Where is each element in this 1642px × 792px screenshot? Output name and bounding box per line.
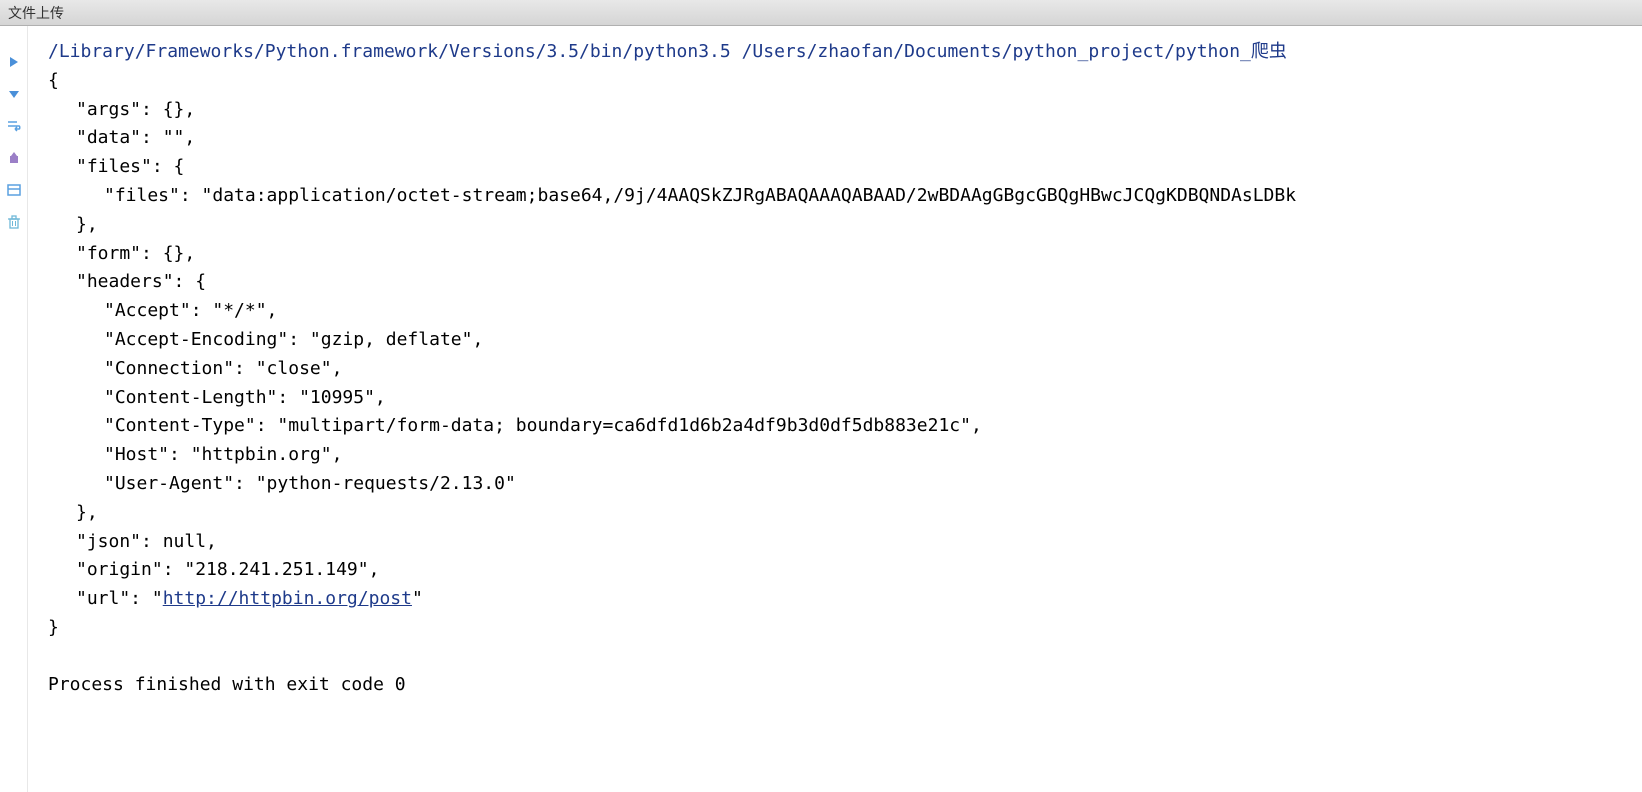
json-open-brace: { xyxy=(48,67,1634,96)
json-headers-close: }, xyxy=(48,499,1634,528)
export-icon[interactable] xyxy=(6,150,22,166)
json-accept: "Accept": "*/*", xyxy=(48,297,1634,326)
layout-icon[interactable] xyxy=(6,182,22,198)
json-host: "Host": "httpbin.org", xyxy=(48,441,1634,470)
json-form: "form": {}, xyxy=(48,240,1634,269)
run-triangle-icon[interactable] xyxy=(6,54,22,70)
json-content-type: "Content-Type": "multipart/form-data; bo… xyxy=(48,412,1634,441)
json-files-content: "files": "data:application/octet-stream;… xyxy=(48,182,1634,211)
console-output[interactable]: /Library/Frameworks/Python.framework/Ver… xyxy=(28,26,1642,792)
json-files-close: }, xyxy=(48,211,1634,240)
json-content-length: "Content-Length": "10995", xyxy=(48,384,1634,413)
json-user-agent: "User-Agent": "python-requests/2.13.0" xyxy=(48,470,1634,499)
gutter-toolbar xyxy=(0,26,28,792)
json-args: "args": {}, xyxy=(48,96,1634,125)
json-files-open: "files": { xyxy=(48,153,1634,182)
wrap-icon[interactable] xyxy=(6,118,22,134)
window-title: 文件上传 xyxy=(8,3,64,23)
json-json: "json": null, xyxy=(48,528,1634,557)
json-url-prefix: "url": " xyxy=(76,588,163,609)
json-close-brace: } xyxy=(48,614,1634,643)
json-accept-encoding: "Accept-Encoding": "gzip, deflate", xyxy=(48,326,1634,355)
main-container: /Library/Frameworks/Python.framework/Ver… xyxy=(0,26,1642,792)
down-arrow-icon[interactable] xyxy=(6,86,22,102)
trash-icon[interactable] xyxy=(6,214,22,230)
url-link[interactable]: http://httpbin.org/post xyxy=(163,588,412,609)
json-url-line: "url": "http://httpbin.org/post" xyxy=(48,585,1634,614)
json-url-suffix: " xyxy=(412,588,423,609)
command-line: /Library/Frameworks/Python.framework/Ver… xyxy=(48,38,1634,67)
process-finished: Process finished with exit code 0 xyxy=(48,671,1634,700)
title-bar: 文件上传 xyxy=(0,0,1642,26)
json-headers-open: "headers": { xyxy=(48,268,1634,297)
json-data: "data": "", xyxy=(48,124,1634,153)
json-origin: "origin": "218.241.251.149", xyxy=(48,556,1634,585)
json-connection: "Connection": "close", xyxy=(48,355,1634,384)
